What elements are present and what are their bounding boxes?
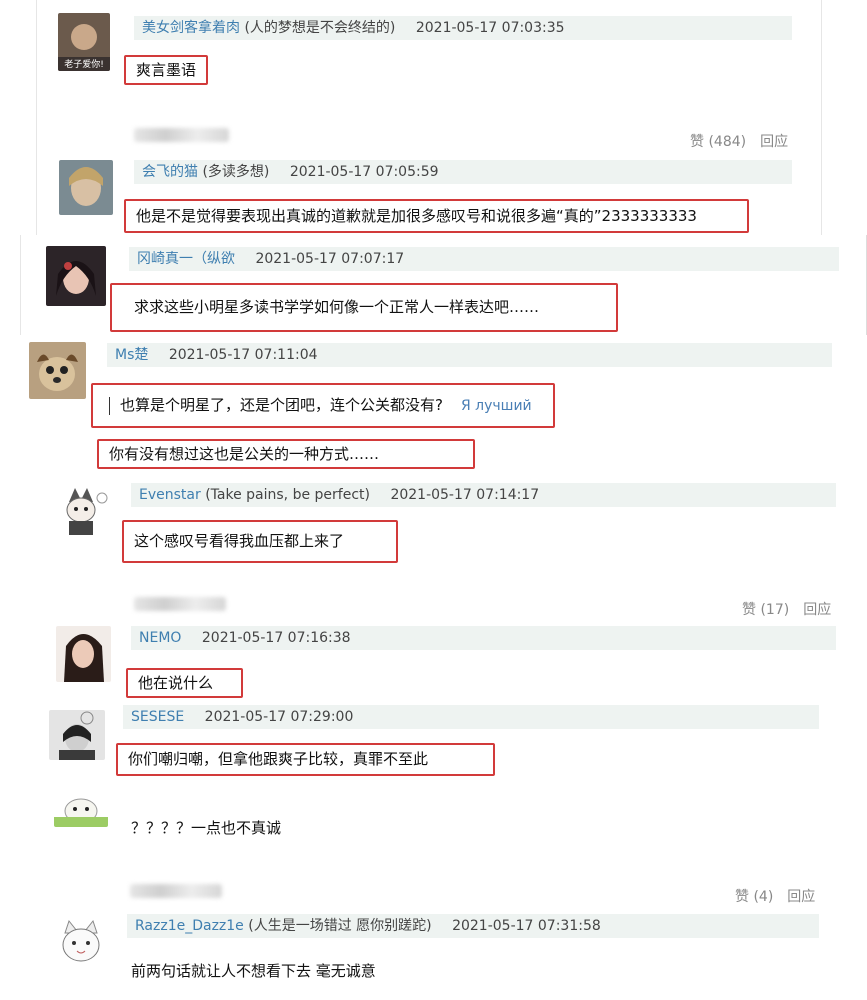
avatar[interactable]	[29, 342, 86, 399]
reply-button[interactable]: 回应	[803, 602, 831, 618]
comment-text: 也算是个明星了，还是个团吧，连个公关都没有? Я лучший	[91, 383, 555, 428]
avatar[interactable]	[54, 797, 108, 827]
comment-text: 爽言墨语	[124, 55, 208, 85]
like-button[interactable]: 赞 (484)	[690, 134, 746, 150]
comment-text: 求求这些小明星多读书学学如何像一个正常人一样表达吧……	[110, 283, 618, 332]
translation-link[interactable]: Я лучший	[461, 398, 532, 414]
timestamp: 2021-05-17 07:11:04	[168, 347, 318, 363]
comment-meta: Ms楚 2021-05-17 07:11:04	[107, 343, 832, 367]
thread-actions: 赞 (4) 回应	[735, 886, 815, 906]
comment-text: 他在说什么	[126, 668, 243, 698]
comment-meta: 会飞的猫 (多读多想) 2021-05-17 07:05:59	[134, 160, 792, 184]
comment-text: 你们嘲归嘲，但拿他跟爽子比较，真罪不至此	[116, 743, 495, 776]
comment-text: 这个感叹号看得我血压都上来了	[122, 520, 398, 563]
comment-meta: SESESE 2021-05-17 07:29:00	[123, 705, 819, 729]
user-signature: (Take pains, be perfect)	[205, 487, 370, 503]
comment-text-content: 也算是个明星了，还是个团吧，连个公关都没有?	[120, 396, 443, 414]
username-link[interactable]: Evenstar	[131, 487, 201, 503]
comment-meta: Razz1e_Dazz1e (人生是一场错过 愿你别蹉跎) 2021-05-17…	[127, 914, 819, 938]
username-link[interactable]: Ms楚	[107, 347, 148, 363]
avatar[interactable]	[46, 246, 106, 306]
avatar[interactable]: 老子爱你!	[58, 13, 110, 71]
timestamp: 2021-05-17 07:03:35	[415, 20, 565, 36]
comment-meta: 冈崎真一（纵欲 2021-05-17 07:07:17	[129, 247, 839, 271]
avatar[interactable]	[59, 160, 113, 215]
comment-meta: 美女剑客拿着肉 (人的梦想是不会终结的) 2021-05-17 07:03:35	[134, 16, 792, 40]
timestamp: 2021-05-17 07:31:58	[452, 918, 601, 934]
avatar[interactable]	[56, 626, 111, 682]
avatar[interactable]	[49, 710, 105, 760]
user-signature: (人的梦想是不会终结的)	[244, 20, 396, 36]
text-cursor	[109, 396, 110, 415]
like-button[interactable]: 赞 (17)	[742, 602, 789, 618]
username-link[interactable]: 美女剑客拿着肉	[134, 20, 240, 36]
username-link[interactable]: 会飞的猫	[134, 164, 198, 180]
reply-button[interactable]: 回应	[760, 134, 788, 150]
comment-text: 你有没有想过这也是公关的一种方式……	[97, 439, 475, 469]
timestamp: 2021-05-17 07:07:17	[255, 251, 405, 267]
comment-text: ？？？？一点也不真诚	[131, 819, 282, 837]
like-button[interactable]: 赞 (4)	[735, 889, 773, 905]
username-link[interactable]: SESESE	[123, 709, 184, 725]
thread-actions: 赞 (17) 回应	[742, 599, 831, 619]
timestamp: 2021-05-17 07:29:00	[204, 709, 354, 725]
user-signature: (人生是一场错过 愿你别蹉跎)	[248, 918, 432, 934]
comment-meta: Evenstar (Take pains, be perfect) 2021-0…	[131, 483, 836, 507]
comment-text: 他是不是觉得要表现出真诚的道歉就是加很多感叹号和说很多遍“真的”23333333…	[124, 199, 749, 233]
avatar-caption: 老子爱你!	[64, 58, 104, 70]
user-signature: (多读多想)	[202, 164, 270, 180]
blurred-username	[134, 597, 226, 611]
timestamp: 2021-05-17 07:16:38	[201, 630, 351, 646]
comment-meta: NEMO 2021-05-17 07:16:38	[131, 626, 836, 650]
reply-button[interactable]: 回应	[787, 889, 815, 905]
thread-actions: 赞 (484) 回应	[690, 131, 788, 151]
avatar[interactable]	[53, 913, 109, 969]
username-link[interactable]: NEMO	[131, 630, 181, 646]
timestamp: 2021-05-17 07:05:59	[289, 164, 439, 180]
avatar[interactable]	[55, 484, 111, 538]
blurred-username	[130, 884, 222, 898]
username-link[interactable]: 冈崎真一（纵欲	[129, 251, 235, 267]
blurred-username	[134, 128, 229, 142]
username-link[interactable]: Razz1e_Dazz1e	[127, 918, 244, 934]
timestamp: 2021-05-17 07:14:17	[390, 487, 540, 503]
comment-text: 前两句话就让人不想看下去 毫无诚意	[131, 962, 376, 980]
